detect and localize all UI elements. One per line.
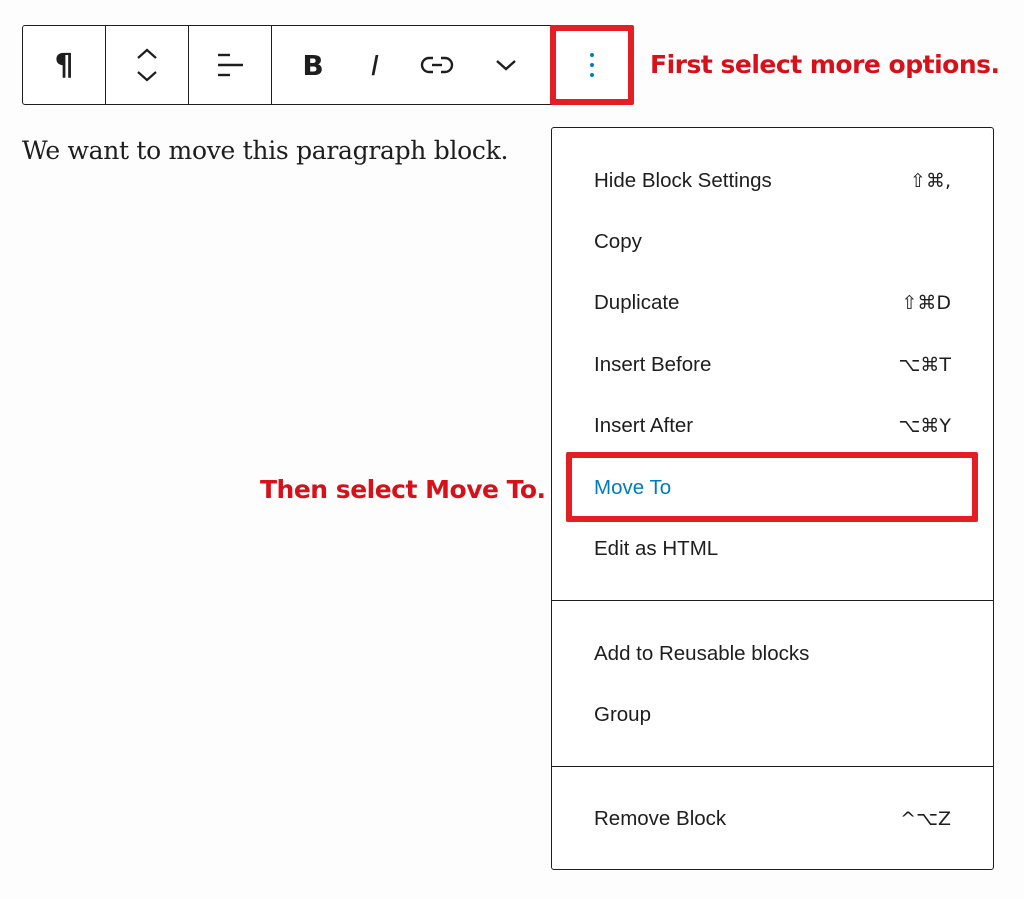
menu-item-label: Insert Before (594, 353, 712, 376)
more-options-button[interactable] (550, 25, 634, 105)
menu-item-label: Duplicate (594, 291, 680, 314)
menu-item-shortcut: ⇧⌘, (910, 170, 951, 192)
menu-divider (552, 766, 993, 767)
link-icon (420, 56, 454, 74)
menu-item-label: Insert After (594, 414, 694, 437)
annotation-second-step: Then select Move To. (260, 475, 546, 504)
menu-item-label: Add to Reusable blocks (594, 642, 810, 665)
align-group (189, 26, 272, 104)
menu-item-remove-block[interactable]: Remove Block ^⌥Z (594, 799, 951, 839)
menu-item-label: Group (594, 703, 651, 726)
menu-item-label: Move To (594, 476, 672, 499)
paragraph-block-button[interactable]: ¶ (23, 26, 105, 104)
menu-item-hide-block-settings[interactable]: Hide Block Settings ⇧⌘, (594, 161, 951, 201)
menu-item-shortcut: ⇧⌘D (901, 292, 951, 314)
block-options-menu: Hide Block Settings ⇧⌘, Copy Duplicate ⇧… (551, 127, 994, 870)
menu-item-edit-as-html[interactable]: Edit as HTML (594, 529, 951, 569)
menu-item-duplicate[interactable]: Duplicate ⇧⌘D (594, 283, 951, 323)
bold-button[interactable]: B (282, 26, 344, 104)
annotation-first-step: First select more options. (650, 50, 1000, 79)
menu-divider (552, 600, 993, 601)
bold-icon: B (302, 48, 324, 82)
menu-item-move-to[interactable]: Move To (594, 468, 951, 508)
chevron-down-icon (496, 60, 516, 71)
menu-item-group[interactable]: Group (594, 695, 951, 735)
menu-item-shortcut: ^⌥Z (900, 808, 951, 830)
menu-item-label: Hide Block Settings (594, 169, 772, 192)
menu-item-shortcut: ⌥⌘T (898, 354, 951, 376)
menu-item-label: Copy (594, 230, 642, 253)
link-button[interactable] (406, 26, 468, 104)
mover-group (106, 26, 189, 104)
align-left-icon (218, 53, 243, 77)
block-toolbar: ¶ B I (22, 25, 634, 105)
align-button[interactable] (189, 26, 271, 104)
move-up-down-button[interactable] (106, 26, 188, 104)
block-type-group: ¶ (23, 26, 106, 104)
up-down-chevrons-icon (137, 48, 157, 82)
italic-button[interactable]: I (344, 26, 406, 104)
paragraph-block[interactable]: We want to move this paragraph block. (22, 136, 508, 165)
format-group: B I (272, 26, 544, 104)
menu-item-shortcut: ⌥⌘Y (898, 415, 951, 437)
menu-item-insert-after[interactable]: Insert After ⌥⌘Y (594, 406, 951, 446)
more-rich-text-button[interactable] (468, 26, 544, 104)
menu-item-label: Edit as HTML (594, 537, 719, 560)
pilcrow-icon: ¶ (54, 47, 74, 83)
menu-item-insert-before[interactable]: Insert Before ⌥⌘T (594, 345, 951, 385)
menu-item-label: Remove Block (594, 807, 727, 830)
vertical-ellipsis-icon (590, 53, 594, 77)
menu-item-copy[interactable]: Copy (594, 222, 951, 262)
italic-icon: I (370, 48, 380, 82)
menu-item-add-to-reusable-blocks[interactable]: Add to Reusable blocks (594, 634, 951, 674)
